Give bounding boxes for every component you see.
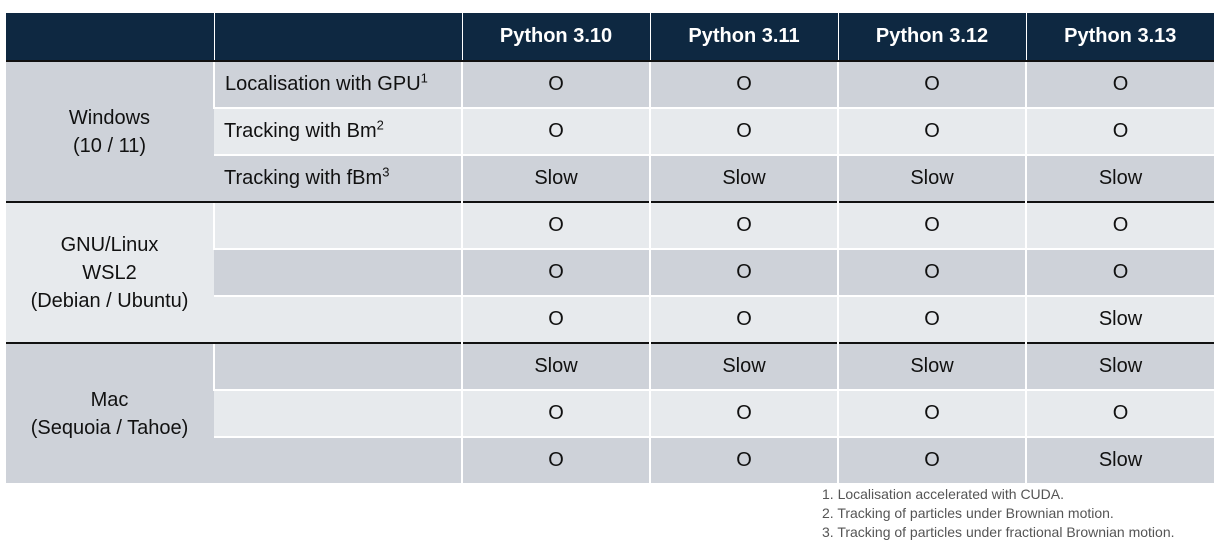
status-cell: Slow xyxy=(1025,342,1214,390)
status-cell: O xyxy=(837,201,1026,249)
status-cell: O xyxy=(649,60,838,108)
status-cell: Slow xyxy=(837,154,1026,202)
status-cell: O xyxy=(837,436,1026,483)
status-cell: O xyxy=(1025,60,1214,108)
header-os xyxy=(6,13,214,62)
os-cell-linux: GNU/Linux WSL2 (Debian / Ubuntu) xyxy=(6,201,214,343)
header-python-312: Python 3.12 xyxy=(837,13,1026,62)
footnote-ref: 2 xyxy=(376,117,384,133)
footnote-3: 3. Tracking of particles under fractiona… xyxy=(822,524,1175,540)
os-version: (Sequoia / Tahoe) xyxy=(30,416,189,439)
os-cell-mac: Mac (Sequoia / Tahoe) xyxy=(6,342,214,483)
status-cell: O xyxy=(461,248,650,296)
os-label: Windows xyxy=(68,106,151,129)
feature-cell: Tracking with Bm2 xyxy=(214,107,462,155)
header-row: Python 3.10 Python 3.11 Python 3.12 Pyth… xyxy=(6,13,1214,62)
status-cell: Slow xyxy=(1025,295,1214,343)
status-cell: O xyxy=(649,295,838,343)
feature-cell: Localisation with GPU1 xyxy=(213,60,462,108)
status-cell: O xyxy=(837,295,1026,343)
feature-cell xyxy=(213,201,462,249)
status-cell: Slow xyxy=(837,342,1026,390)
status-cell: Slow xyxy=(649,342,838,390)
status-cell: O xyxy=(461,436,650,483)
status-cell: O xyxy=(649,248,838,296)
footnote-1: 1. Localisation accelerated with CUDA. xyxy=(822,486,1065,502)
os-label: Mac xyxy=(90,388,129,411)
status-cell: O xyxy=(649,389,838,437)
status-cell: Slow xyxy=(1025,436,1214,483)
feature-label: Tracking with Bm xyxy=(224,120,377,142)
status-cell: O xyxy=(1025,107,1214,155)
table-row: Mac (Sequoia / Tahoe) Slow Slow Slow Slo… xyxy=(6,342,1214,483)
footnotes: 1. Localisation accelerated with CUDA. 2… xyxy=(822,485,1175,542)
feature-cell: Tracking with fBm3 xyxy=(214,154,462,202)
status-cell: O xyxy=(461,295,650,343)
header-python-310: Python 3.10 xyxy=(461,13,650,62)
compatibility-table: Python 3.10 Python 3.11 Python 3.12 Pyth… xyxy=(6,13,1214,483)
footnote-2: 2. Tracking of particles under Brownian … xyxy=(822,505,1114,521)
header-feature xyxy=(213,13,462,62)
feature-cell xyxy=(214,295,462,343)
status-cell: Slow xyxy=(461,342,650,390)
header-python-311: Python 3.11 xyxy=(649,13,838,62)
status-cell: Slow xyxy=(461,154,650,202)
os-version: (10 / 11) xyxy=(73,134,146,157)
status-cell: O xyxy=(649,436,838,483)
status-cell: O xyxy=(649,201,838,249)
status-cell: O xyxy=(461,201,650,249)
feature-cell xyxy=(214,248,462,296)
status-cell: O xyxy=(461,389,650,437)
feature-label: Localisation with GPU xyxy=(225,73,421,95)
os-label: WSL2 xyxy=(82,261,137,284)
feature-cell xyxy=(214,389,462,437)
status-cell: O xyxy=(1025,201,1214,249)
status-cell: O xyxy=(461,107,650,155)
table-row: GNU/Linux WSL2 (Debian / Ubuntu) O O O O xyxy=(6,201,1214,343)
status-cell: O xyxy=(461,60,650,108)
status-cell: Slow xyxy=(1025,154,1214,202)
os-label: GNU/Linux xyxy=(60,233,159,256)
status-cell: O xyxy=(1025,389,1214,437)
status-cell: O xyxy=(837,107,1026,155)
header-python-313: Python 3.13 xyxy=(1025,13,1214,62)
feature-cell xyxy=(213,342,462,390)
feature-cell xyxy=(214,436,462,483)
status-cell: O xyxy=(1025,248,1214,296)
os-cell-windows: Windows (10 / 11) xyxy=(6,60,214,202)
status-cell: O xyxy=(837,248,1026,296)
status-cell: O xyxy=(837,60,1026,108)
status-cell: O xyxy=(649,107,838,155)
status-cell: Slow xyxy=(649,154,838,202)
status-cell: O xyxy=(837,389,1026,437)
footnote-ref: 1 xyxy=(420,70,428,86)
os-version: (Debian / Ubuntu) xyxy=(30,289,189,312)
footnote-ref: 3 xyxy=(382,164,390,180)
table-row: Windows (10 / 11) Localisation with GPU1… xyxy=(6,60,1214,202)
feature-label: Tracking with fBm xyxy=(224,167,383,189)
